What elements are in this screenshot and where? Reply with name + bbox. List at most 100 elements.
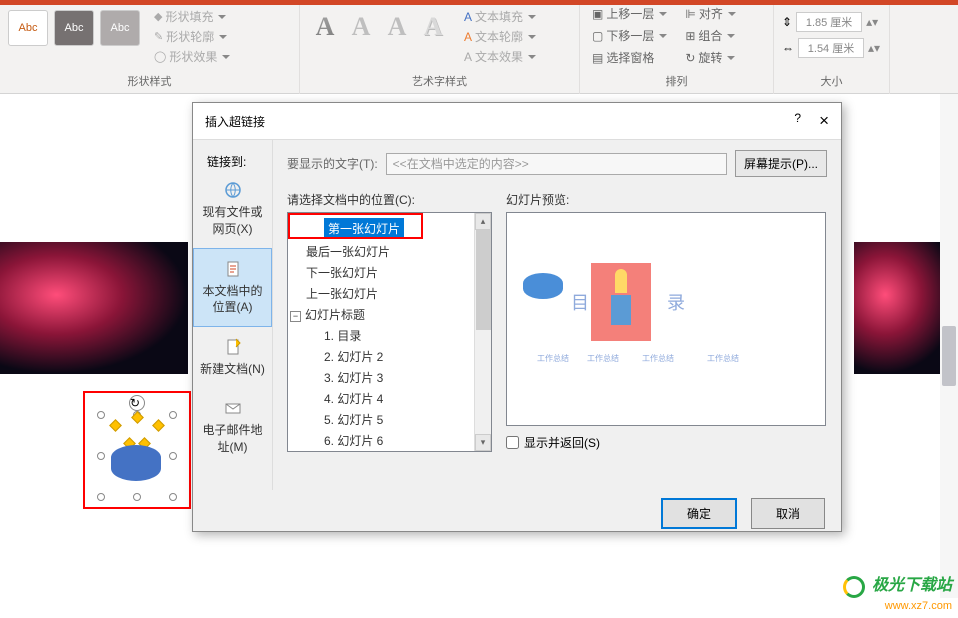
dialog-title: 插入超链接 <box>205 113 265 130</box>
tree-slide-7[interactable]: 7. 幻灯片 7 <box>288 451 491 452</box>
text-fill-button[interactable]: A 文本填充 <box>464 8 536 25</box>
watermark-logo-icon <box>843 576 865 598</box>
scroll-up-icon[interactable]: ▴ <box>475 213 491 230</box>
ribbon: Abc Abc Abc ◆ 形状填充 ✎ 形状轮廓 ◯ 形状效果 形状样式 A … <box>0 0 958 94</box>
tree-slide-4[interactable]: 4. 幻灯片 4 <box>288 388 491 409</box>
group-shape-styles: Abc Abc Abc ◆ 形状填充 ✎ 形状轮廓 ◯ 形状效果 形状样式 <box>0 0 300 94</box>
tree-slide-1[interactable]: 1. 目录 <box>288 325 491 346</box>
sidebar-place-in-doc[interactable]: 本文档中的位置(A) <box>193 248 272 328</box>
text-effects-button[interactable]: A 文本效果 <box>464 48 536 65</box>
selected-shape-preview: ↻ <box>83 391 191 509</box>
person-icon <box>615 269 627 293</box>
tree-next-slide[interactable]: 下一张幻灯片 <box>288 262 491 283</box>
tree-slide-6[interactable]: 6. 幻灯片 6 <box>288 430 491 451</box>
document-icon <box>223 259 243 279</box>
rotation-handle-icon[interactable]: ↻ <box>129 395 145 411</box>
wordart-preset-4[interactable]: A <box>416 10 450 44</box>
close-button[interactable]: × <box>819 111 829 131</box>
insert-hyperlink-dialog: 插入超链接 ? × 链接到: 现有文件或网页(X) 本文档中的位置(A) 新建 <box>192 102 842 532</box>
wordart-preset-3[interactable]: A <box>380 10 414 44</box>
ribbon-accent <box>0 0 958 5</box>
collapse-icon[interactable]: − <box>290 311 301 322</box>
canvas: ↻ 插入超链接 ? × 链接到: 现有文件或网页(X) <box>0 94 958 618</box>
group-label-wordart: 艺术字样式 <box>308 70 571 92</box>
preview-sub-3: 工作总结 <box>642 353 674 364</box>
vertical-scroll-thumb[interactable] <box>942 326 956 386</box>
show-return-checkbox[interactable]: 显示并返回(S) <box>506 434 827 451</box>
group-button[interactable]: ⊞ 组合 <box>681 26 739 45</box>
wordart-preset-2[interactable]: A <box>344 10 378 44</box>
scroll-down-icon[interactable]: ▾ <box>475 434 491 451</box>
preview-sub-1: 工作总结 <box>537 353 569 364</box>
cylinder-shape[interactable] <box>111 445 161 481</box>
show-return-input[interactable] <box>506 436 519 449</box>
watermark-url: www.xz7.com <box>885 600 952 612</box>
slide-preview-box: 目 录 工作总结 工作总结 工作总结 工作总结 <box>506 212 826 426</box>
help-button[interactable]: ? <box>794 111 801 131</box>
width-spinner[interactable]: ▴▾ <box>868 41 878 55</box>
linkto-sidebar: 现有文件或网页(X) 本文档中的位置(A) 新建文档(N) 电子邮件地址(M) <box>193 140 273 490</box>
group-size: ⇕ ▴▾ ⇔ ▴▾ 大小 <box>774 0 890 94</box>
tree-first-slide[interactable]: 第一张幻灯片 <box>288 216 491 241</box>
width-icon: ⇔ <box>782 41 794 55</box>
display-text-label: 要显示的文字(T): <box>287 155 378 172</box>
group-label-arrange: 排列 <box>588 70 765 92</box>
shape-style-preset-1[interactable]: Abc <box>8 10 48 46</box>
display-text-input <box>386 153 727 175</box>
width-control[interactable]: ⇔ ▴▾ <box>782 38 878 58</box>
bring-forward-button[interactable]: ▣ 上移一层 <box>588 4 671 23</box>
sidebar-new-doc[interactable]: 新建文档(N) <box>193 327 272 388</box>
dialog-main: 要显示的文字(T): 屏幕提示(P)... 请选择文档中的位置(C): 第一张幻… <box>273 140 841 490</box>
tree-last-slide[interactable]: 最后一张幻灯片 <box>288 241 491 262</box>
group-label-shape: 形状样式 <box>8 70 291 92</box>
tree-scrollbar[interactable]: ▴ ▾ <box>474 213 491 451</box>
sidebar-email[interactable]: 电子邮件地址(M) <box>193 388 272 466</box>
group-wordart: A A A A A 文本填充 A 文本轮廓 A 文本效果 艺术字样式 <box>300 0 580 94</box>
preview-label: 幻灯片预览: <box>506 191 827 208</box>
dialog-footer: 确定 取消 <box>193 490 841 537</box>
cancel-button[interactable]: 取消 <box>751 498 825 529</box>
shape-outline-button[interactable]: ✎ 形状轮廓 <box>154 28 230 45</box>
height-input[interactable] <box>796 12 862 32</box>
watermark-name: 极光下载站 <box>872 577 952 594</box>
selection-pane-button[interactable]: ▤ 选择窗格 <box>588 48 671 67</box>
align-button[interactable]: ⊫ 对齐 <box>681 4 739 23</box>
background-slide <box>0 242 188 374</box>
send-backward-button[interactable]: ▢ 下移一层 <box>588 26 671 45</box>
height-spinner[interactable]: ▴▾ <box>866 15 876 29</box>
tree-prev-slide[interactable]: 上一张幻灯片 <box>288 283 491 304</box>
tree-slide-3[interactable]: 3. 幻灯片 3 <box>288 367 491 388</box>
rotate-button[interactable]: ↻ 旋转 <box>681 48 739 67</box>
slide-tree[interactable]: 第一张幻灯片 最后一张幻灯片 下一张幻灯片 上一张幻灯片 −幻灯片标题 1. 目… <box>287 212 492 452</box>
watermark: 极光下载站 www.xz7.com <box>843 571 952 612</box>
scroll-thumb[interactable] <box>476 230 491 330</box>
globe-file-icon <box>223 180 243 200</box>
tree-slide-titles[interactable]: −幻灯片标题 <box>288 304 491 325</box>
shape-effects-button[interactable]: ◯ 形状效果 <box>154 48 230 65</box>
width-input[interactable] <box>798 38 864 58</box>
shape-fill-button[interactable]: ◆ 形状填充 <box>154 8 230 25</box>
preview-lu: 录 <box>667 289 685 315</box>
shape-style-preset-2[interactable]: Abc <box>54 10 94 46</box>
email-icon <box>223 398 243 418</box>
vertical-scrollbar[interactable] <box>940 94 958 598</box>
preview-card <box>591 263 651 341</box>
preview-sub-2: 工作总结 <box>587 353 619 364</box>
height-icon: ⇕ <box>782 15 792 29</box>
height-control[interactable]: ⇕ ▴▾ <box>782 12 876 32</box>
group-arrange: ▣ 上移一层 ▢ 下移一层 ▤ 选择窗格 ⊫ 对齐 ⊞ 组合 ↻ 旋转 排列 <box>580 0 774 94</box>
text-outline-button[interactable]: A 文本轮廓 <box>464 28 536 45</box>
dialog-titlebar: 插入超链接 ? × <box>193 103 841 140</box>
new-document-icon <box>223 337 243 357</box>
preview-sub-4: 工作总结 <box>707 353 739 364</box>
wordart-preset-1[interactable]: A <box>308 10 342 44</box>
sidebar-existing-file[interactable]: 现有文件或网页(X) <box>193 170 272 248</box>
shape-style-preset-3[interactable]: Abc <box>100 10 140 46</box>
screentip-button[interactable]: 屏幕提示(P)... <box>735 150 827 177</box>
group-label-size: 大小 <box>782 70 881 92</box>
tree-slide-2[interactable]: 2. 幻灯片 2 <box>288 346 491 367</box>
preview-cylinder <box>523 273 563 299</box>
ok-button[interactable]: 确定 <box>661 498 737 529</box>
preview-mu: 目 <box>571 289 589 315</box>
tree-slide-5[interactable]: 5. 幻灯片 5 <box>288 409 491 430</box>
